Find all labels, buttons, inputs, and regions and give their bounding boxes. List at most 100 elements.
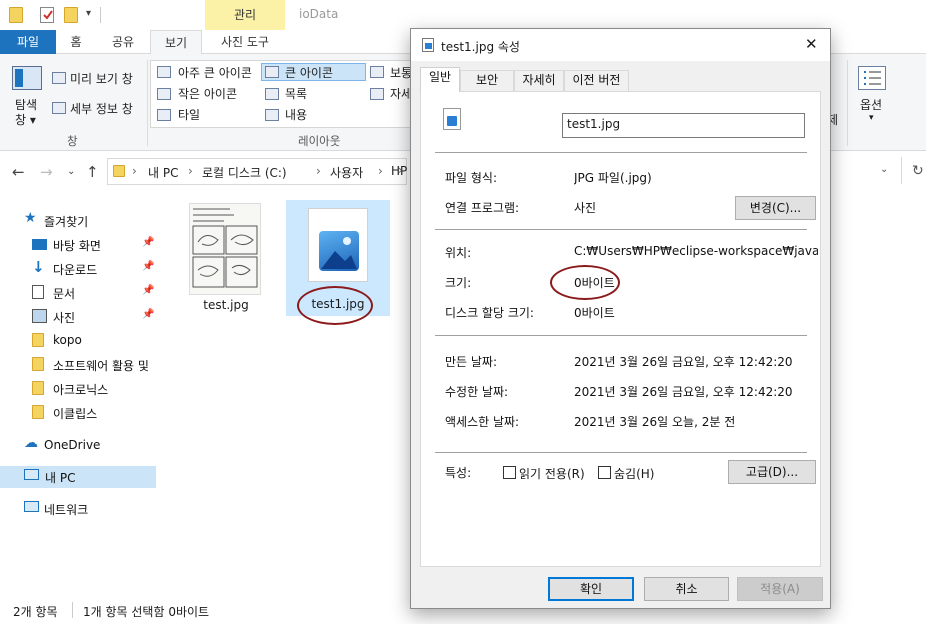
hidden-checkbox[interactable] [598,466,611,479]
back-arrow-icon[interactable]: ← [12,163,25,181]
sidebar-item-documents[interactable]: 문서 📌 [22,282,156,304]
file-item[interactable]: test.jpg [186,200,266,318]
tab-security[interactable]: 보안 [460,70,514,91]
address-dropdown-icon[interactable]: ⌄ [880,164,888,175]
layout-gallery: 아주 큰 아이콘 큰 아이콘 보통 작은 아이콘 목록 자세 타일 내용 [150,60,415,128]
sidebar-item-onedrive[interactable]: ☁ OneDrive [22,435,156,457]
sidebar-item-network[interactable]: 네트워크 [22,498,156,520]
file-icon [422,38,434,52]
readonly-checkbox[interactable] [503,466,516,479]
preview-pane-button[interactable]: 미리 보기 창 [70,70,133,87]
disk-size-value: 0바이트 [574,306,615,320]
sidebar-item-eclipse[interactable]: 이클립스 [22,402,156,424]
crumb-sep: › [398,163,403,177]
close-icon[interactable]: ✕ [805,35,818,53]
options-button[interactable]: 옵션 [860,96,882,113]
modified-value: 2021년 3월 26일 금요일, 오후 12:42:20 [574,385,793,399]
status-divider [72,602,73,618]
ribbon-divider [147,60,148,146]
forward-arrow-icon[interactable]: → [40,163,53,181]
navigation-pane-label-2[interactable]: 창 ▾ [15,111,36,128]
refresh-icon[interactable]: ↻ [912,163,924,179]
tab-picture-tools[interactable]: 사진 도구 [205,30,285,54]
sidebar-item-label: 다운로드 [53,263,98,277]
sidebar-item-quick-access[interactable]: ★ 즐겨찾기 [22,210,156,232]
tab-details[interactable]: 자세히 [514,70,564,91]
properties-icon[interactable] [40,7,54,23]
tab-file[interactable]: 파일 [0,30,56,54]
address-box[interactable]: › 내 PC › 로컬 디스크 (C:) › 사용자 › HP [107,158,407,185]
created-label: 만든 날짜: [445,355,498,369]
details-pane-button[interactable]: 세부 정보 창 [70,100,133,117]
tab-home[interactable]: 홈 [58,30,94,54]
hidden-label[interactable]: 숨김(H) [614,465,654,482]
options-icon[interactable] [858,66,886,90]
cancel-button[interactable]: 취소 [644,577,729,601]
pin-icon[interactable]: 📌 [142,261,154,272]
tab-share[interactable]: 공유 [100,30,146,54]
folder-icon [32,357,44,371]
layout-tiles[interactable]: 타일 [178,106,200,123]
crumb-my-pc[interactable]: 내 PC [148,164,178,181]
annotation-circle [550,265,620,300]
large-icons-icon [265,66,279,78]
layout-extra-large-icons[interactable]: 아주 큰 아이콘 [178,64,252,81]
sidebar-item-label: 아크로닉스 [53,383,109,397]
readonly-label[interactable]: 읽기 전용(R) [519,465,585,482]
navigation-pane-icon[interactable] [12,66,42,90]
size-label: 크기: [445,276,472,290]
dialog-title: test1.jpg 속성 [441,40,520,54]
change-button[interactable]: 변경(C)... [735,196,816,220]
file-name: test.jpg [203,298,249,312]
tab-general[interactable]: 일반 [420,67,460,92]
layout-list[interactable]: 목록 [285,85,307,102]
layout-medium-icons[interactable]: 보통 [390,64,412,81]
up-arrow-icon[interactable]: ↑ [86,163,99,181]
created-value: 2021년 3월 26일 금요일, 오후 12:42:20 [574,355,793,369]
tab-view[interactable]: 보기 [150,30,202,55]
customize-qat-icon[interactable]: ▾ [86,8,91,19]
small-icons-icon [157,88,171,100]
cloud-icon: ☁ [24,435,38,451]
quick-access-toolbar: ▾ [0,0,926,30]
document-icon [32,285,44,299]
new-folder-icon[interactable] [64,7,78,23]
layout-large-icons[interactable]: 큰 아이콘 [285,64,333,81]
sidebar-item-kopo[interactable]: kopo [22,330,156,352]
crumb-local-disk[interactable]: 로컬 디스크 (C:) [202,164,287,181]
dialog-title-bar: test1.jpg 속성 ✕ [411,29,830,61]
details-pane-icon [52,102,66,114]
tiles-icon [157,109,171,121]
item-count: 2개 항목 [13,605,58,619]
tab-previous-versions[interactable]: 이전 버전 [564,70,629,91]
sidebar-item-software[interactable]: 소프트웨어 활용 및 [22,354,156,376]
sidebar-item-my-pc[interactable]: 내 PC [0,466,156,488]
filename-input[interactable]: test1.jpg [562,113,805,138]
sidebar-item-downloads[interactable]: ↓ 다운로드 📌 [22,258,156,280]
pin-icon[interactable]: 📌 [142,309,154,320]
recent-locations-chevron-icon[interactable]: ⌄ [67,166,75,177]
apply-button[interactable]: 적용(A) [737,577,823,601]
pin-icon[interactable]: 📌 [142,285,154,296]
ok-button[interactable]: 확인 [548,577,634,601]
disk-size-label: 디스크 할당 크기: [445,306,534,320]
download-icon: ↓ [32,258,45,276]
layout-small-icons[interactable]: 작은 아이콘 [178,85,237,102]
sidebar-item-desktop[interactable]: 바탕 화면 📌 [22,234,156,256]
divider [435,452,807,453]
extra-large-icons-icon [157,66,171,78]
location-value: C:₩Users₩HP₩eclipse-workspace₩javaProjec [574,244,818,258]
crumb-sep: › [316,164,321,178]
advanced-button[interactable]: 고급(D)... [728,460,816,484]
sidebar-item-label: 바탕 화면 [53,239,101,253]
folder-icon[interactable] [9,7,23,23]
layout-details[interactable]: 자세 [390,85,412,102]
options-dropdown-icon[interactable]: ▾ [869,113,874,123]
layout-content[interactable]: 내용 [285,106,307,123]
context-tab-manage[interactable]: 관리 [205,0,285,31]
crumb-users[interactable]: 사용자 [330,164,363,181]
sidebar-item-pictures[interactable]: 사진 📌 [22,306,156,328]
sidebar-item-acronis[interactable]: 아크로닉스 [22,378,156,400]
folder-icon [113,165,125,177]
pin-icon[interactable]: 📌 [142,237,154,248]
